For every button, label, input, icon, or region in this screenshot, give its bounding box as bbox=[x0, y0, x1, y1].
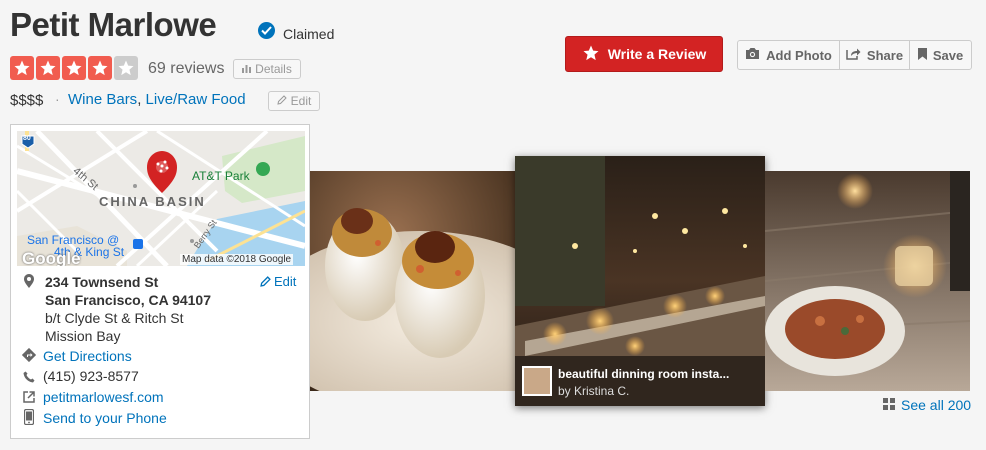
star-rating bbox=[10, 56, 140, 80]
claimed-label: Claimed bbox=[283, 26, 335, 42]
star-icon bbox=[62, 56, 86, 80]
send-to-phone-link[interactable]: Send to your Phone bbox=[43, 410, 167, 426]
address-city: San Francisco, CA 94107 bbox=[45, 292, 212, 308]
website-link[interactable]: petitmarlowesf.com bbox=[43, 389, 164, 405]
photo-caption-title[interactable]: beautiful dinning room insta... bbox=[558, 367, 729, 381]
category-separator: , bbox=[137, 91, 142, 108]
share-button[interactable]: Share bbox=[839, 41, 909, 69]
get-directions-link[interactable]: Get Directions bbox=[43, 348, 132, 364]
separator-dot: · bbox=[55, 91, 60, 107]
address-neighborhood: Mission Bay bbox=[45, 328, 121, 344]
star-icon bbox=[582, 44, 600, 65]
star-icon bbox=[36, 56, 60, 80]
star-icon bbox=[10, 56, 34, 80]
bar-chart-icon bbox=[242, 62, 252, 76]
details-label: Details bbox=[255, 62, 292, 76]
star-icon bbox=[88, 56, 112, 80]
photo-caption-author[interactable]: by Kristina C. bbox=[558, 384, 629, 398]
address-marker-icon bbox=[23, 274, 35, 291]
action-button-group: Add Photo Share Save bbox=[737, 40, 972, 70]
photo-table-candles[interactable] bbox=[765, 171, 970, 391]
review-count[interactable]: 69 reviews bbox=[148, 60, 224, 78]
external-link-icon bbox=[23, 390, 35, 408]
address-street: 234 Townsend St bbox=[45, 274, 159, 290]
map-attribution: Map data ©2018 Google bbox=[180, 254, 294, 265]
save-label: Save bbox=[932, 47, 964, 63]
photo-strip: beautiful dinning room insta... by Krist… bbox=[310, 156, 970, 406]
category-list: Wine Bars, Live/Raw Food bbox=[68, 91, 246, 108]
photo-dining-room[interactable]: beautiful dinning room insta... by Krist… bbox=[515, 156, 765, 406]
write-review-label: Write a Review bbox=[607, 46, 707, 62]
phone-icon bbox=[23, 370, 35, 388]
map-highway-label: 80 bbox=[23, 135, 31, 142]
category-link-wine-bars[interactable]: Wine Bars bbox=[68, 91, 137, 108]
photo-deviled-eggs[interactable] bbox=[310, 171, 515, 391]
price-range: $$$$ bbox=[10, 92, 44, 109]
address-cross-streets: b/t Clyde St & Ritch St bbox=[45, 310, 184, 326]
location-card: 80 4th St CHINA BASIN AT&T Park San Fran… bbox=[10, 124, 310, 439]
phone-number: (415) 923-8577 bbox=[43, 368, 139, 384]
edit-address-label: Edit bbox=[274, 274, 297, 289]
bookmark-icon bbox=[917, 47, 927, 63]
map-neighborhood-label: CHINA BASIN bbox=[99, 194, 206, 209]
user-avatar[interactable] bbox=[522, 366, 552, 396]
edit-label: Edit bbox=[290, 94, 312, 108]
pencil-icon bbox=[277, 94, 287, 108]
camera-icon bbox=[745, 47, 760, 63]
add-photo-button[interactable]: Add Photo bbox=[738, 41, 839, 69]
edit-categories-button[interactable]: Edit bbox=[268, 91, 320, 111]
business-name: Petit Marlowe bbox=[10, 6, 217, 43]
write-review-button[interactable]: Write a Review bbox=[565, 36, 723, 72]
claimed-check-icon bbox=[258, 22, 275, 39]
mobile-phone-icon bbox=[23, 408, 35, 430]
pencil-icon bbox=[260, 276, 271, 287]
grid-icon bbox=[883, 397, 895, 413]
google-logo: Google bbox=[22, 249, 81, 266]
star-empty-icon bbox=[114, 56, 138, 80]
see-all-label: See all 200 bbox=[901, 397, 972, 413]
add-photo-label: Add Photo bbox=[766, 47, 832, 63]
share-icon bbox=[846, 47, 861, 63]
map[interactable]: 80 4th St CHINA BASIN AT&T Park San Fran… bbox=[17, 131, 305, 266]
save-button[interactable]: Save bbox=[909, 41, 971, 69]
map-park-label: AT&T Park bbox=[192, 169, 250, 183]
category-link-live-raw-food[interactable]: Live/Raw Food bbox=[146, 91, 246, 108]
share-label: Share bbox=[866, 47, 904, 63]
see-all-photos-link[interactable]: See all 200 bbox=[883, 397, 971, 413]
details-button[interactable]: Details bbox=[233, 59, 301, 79]
directions-icon bbox=[21, 347, 37, 367]
edit-address-link[interactable]: Edit bbox=[260, 274, 296, 289]
